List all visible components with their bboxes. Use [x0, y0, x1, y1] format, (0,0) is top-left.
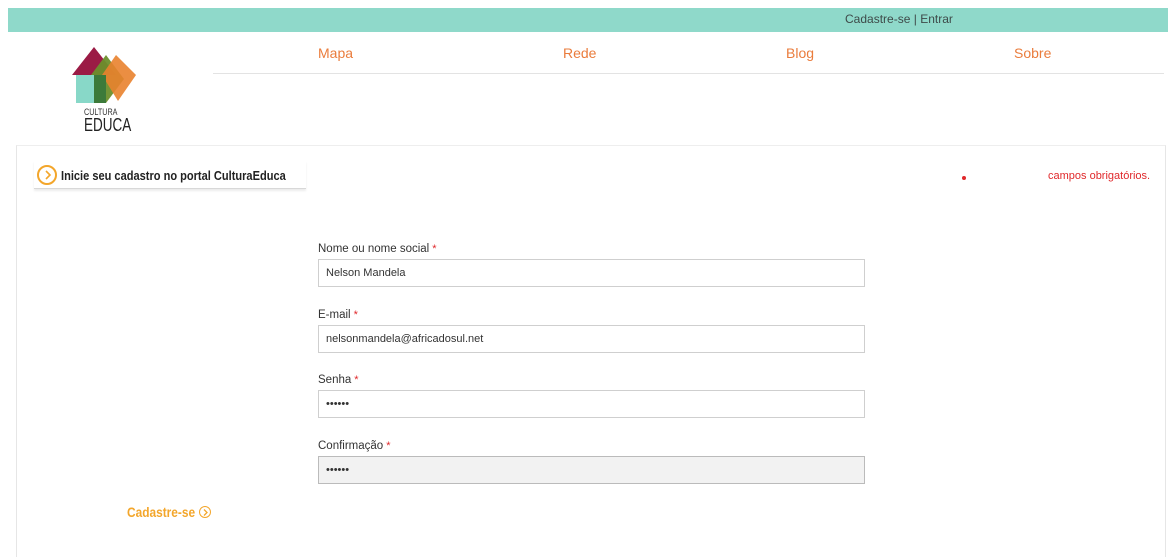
- nav-divider: [213, 73, 1164, 74]
- name-label: Nome ou nome social *: [318, 243, 437, 255]
- top-bar: Cadastre-se | Entrar: [8, 8, 1168, 32]
- nav-item-rede[interactable]: Rede: [563, 45, 596, 61]
- required-asterisk: *: [386, 440, 391, 452]
- email-label: E-mail *: [318, 309, 358, 321]
- confirm-password-label-text: Confirmação: [318, 440, 384, 452]
- name-label-text: Nome ou nome social: [318, 243, 430, 255]
- required-bullet-icon: [962, 176, 966, 180]
- nav-item-sobre[interactable]: Sobre: [1014, 45, 1051, 61]
- chevron-right-circle-icon[interactable]: [199, 506, 211, 518]
- confirm-password-label: Confirmação *: [318, 440, 390, 452]
- nav-item-mapa[interactable]: Mapa: [318, 45, 353, 61]
- register-submit-button[interactable]: Cadastre-se: [127, 504, 195, 520]
- required-asterisk: *: [354, 374, 359, 386]
- login-link[interactable]: Entrar: [920, 12, 953, 26]
- nav-item-blog[interactable]: Blog: [786, 45, 814, 61]
- account-links: Cadastre-se | Entrar: [845, 12, 953, 26]
- account-links-separator: |: [913, 12, 917, 26]
- email-input[interactable]: [318, 325, 865, 353]
- password-label: Senha *: [318, 374, 359, 386]
- required-asterisk: *: [432, 243, 437, 255]
- password-input[interactable]: [318, 390, 865, 418]
- chevron-right-circle-icon: [37, 165, 57, 185]
- logo-text-line2: EDUCA: [84, 115, 132, 135]
- password-label-text: Senha: [318, 374, 352, 386]
- confirm-password-input[interactable]: [318, 456, 865, 484]
- section-heading: Inicie seu cadastro no portal CulturaEdu…: [61, 168, 286, 183]
- name-input[interactable]: [318, 259, 865, 287]
- required-asterisk: *: [353, 309, 358, 321]
- email-label-text: E-mail: [318, 309, 351, 321]
- register-link[interactable]: Cadastre-se: [845, 12, 910, 26]
- required-fields-note: campos obrigatórios.: [1048, 170, 1151, 182]
